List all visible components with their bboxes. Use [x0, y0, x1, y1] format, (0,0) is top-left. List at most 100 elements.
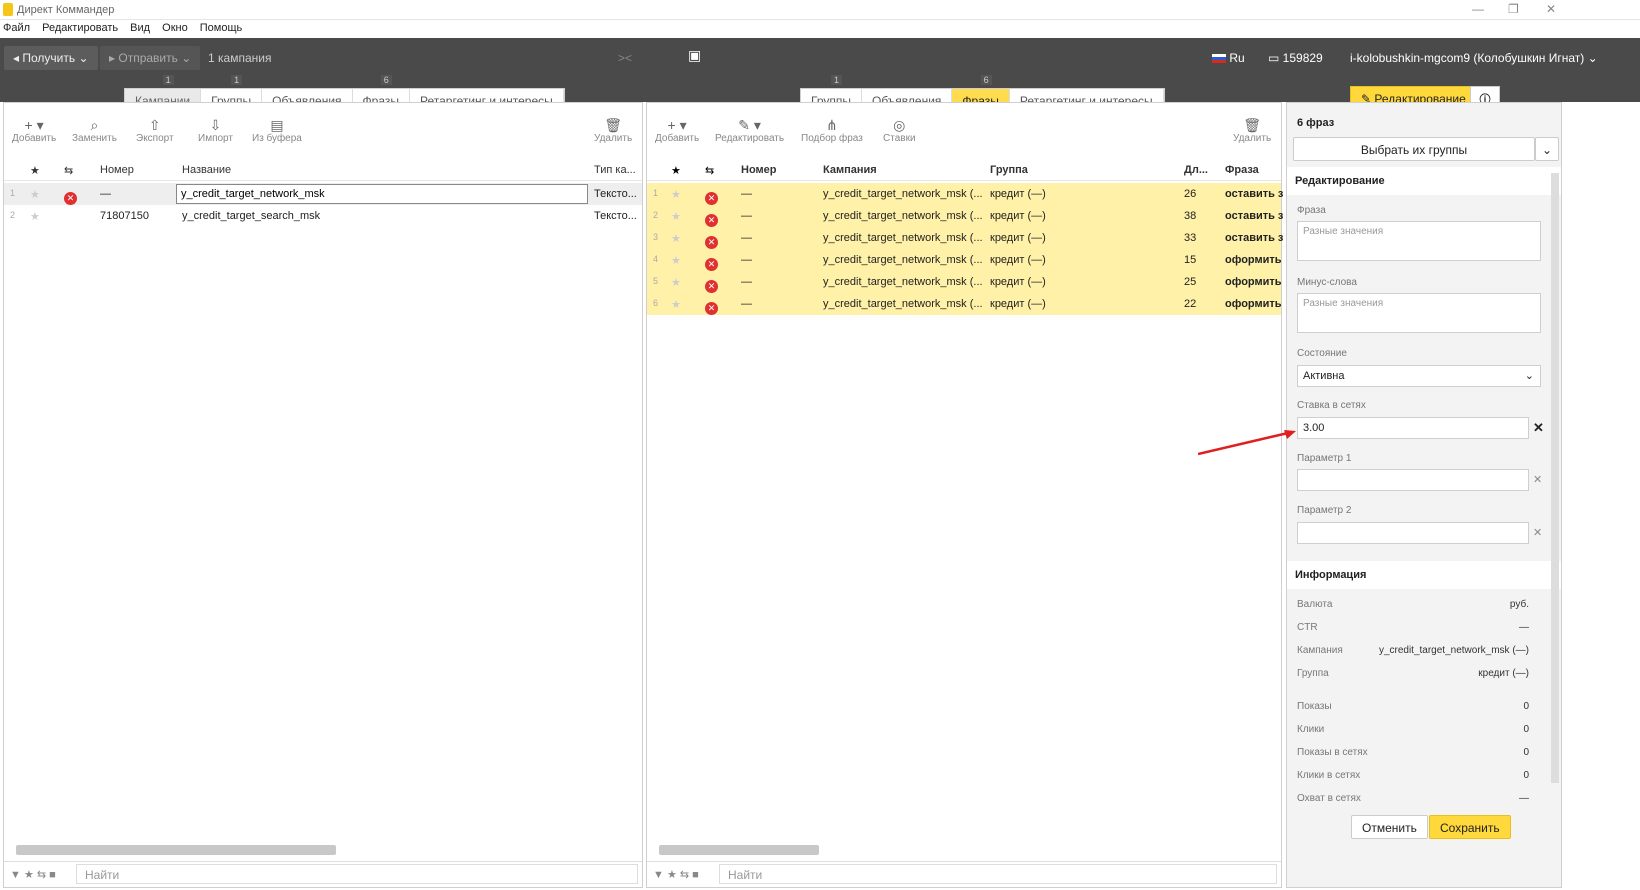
cancel-button[interactable]: Отменить	[1351, 815, 1428, 839]
delete-button[interactable]: 🗑 Удалить	[1233, 117, 1271, 144]
length-cell: 15	[1184, 254, 1197, 266]
horizontal-scrollbar[interactable]	[16, 845, 336, 855]
phrases-panel: + ▾ Добавить ✎ ▾ Редактировать ⋔ Подбор фра…	[646, 102, 1284, 888]
table-row[interactable]: 2 ★ ✕ — y_credit_target_network_msk (... кред…	[647, 205, 1284, 227]
clipboard-icon: ▤	[270, 117, 284, 133]
col-number[interactable]: Номер	[741, 164, 777, 176]
star-icon[interactable]: ★	[671, 188, 681, 201]
phrase-field[interactable]: Разные значения	[1297, 221, 1541, 261]
stat-row: Клики в сетях 0	[1297, 770, 1529, 781]
table-row[interactable]: 1 ★ ✕ — y_credit_target_network_msk Текс…	[4, 183, 642, 205]
col-group[interactable]: Группа	[990, 164, 1028, 176]
star-icon[interactable]: ★	[30, 210, 40, 223]
status-column-icon[interactable]: ⇆	[64, 164, 73, 177]
info-row: Валюта руб.	[1297, 599, 1529, 610]
replace-button[interactable]: ⌕ Заменить	[72, 117, 117, 144]
param2-input[interactable]	[1297, 522, 1529, 544]
layout-icon[interactable]: ▣	[688, 47, 701, 64]
clear-bid-icon[interactable]: ✕	[1533, 420, 1544, 436]
stat-row: Показы в сетях 0	[1297, 747, 1529, 758]
star-column-icon[interactable]: ★	[671, 164, 681, 177]
filter-icons[interactable]: ▼ ★ ⇆ ■	[653, 868, 699, 881]
pencil-icon: ✎ ▾	[738, 117, 761, 133]
search-bar: ▼ ★ ⇆ ■ Найти	[4, 861, 642, 887]
length-cell: 22	[1184, 298, 1197, 310]
star-icon[interactable]: ★	[671, 276, 681, 289]
clear-param1-icon[interactable]: ✕	[1533, 473, 1542, 486]
export-icon: ⇧	[148, 117, 161, 133]
group-cell: кредит (—)	[990, 188, 1046, 200]
filter-icons[interactable]: ▼ ★ ⇆ ■	[10, 868, 56, 881]
number-cell: —	[741, 276, 752, 288]
trash-icon: 🗑	[1243, 117, 1261, 133]
table-row[interactable]: 3 ★ ✕ — y_credit_target_network_msk (... кред…	[647, 227, 1283, 249]
menu-file[interactable]: Файл	[3, 22, 30, 34]
col-type[interactable]: Тип ка...	[594, 164, 636, 176]
close-icon[interactable]: ✕	[1546, 2, 1556, 16]
menu-view[interactable]: Вид	[130, 22, 150, 34]
col-length[interactable]: Дл...	[1184, 164, 1208, 176]
window-title: Директ Коммандер	[17, 4, 115, 16]
stat-key: Показы в сетях	[1297, 747, 1368, 758]
table-row[interactable]: 5 ★ ✕ — y_credit_target_network_msk (... кред…	[647, 271, 1282, 293]
edit-button[interactable]: ✎ ▾ Редактировать	[715, 117, 784, 144]
add-button[interactable]: + ▾ Добавить	[12, 117, 56, 144]
export-button[interactable]: ⇧ Экспорт	[136, 117, 174, 144]
search-input[interactable]: Найти	[76, 864, 638, 884]
star-column-icon[interactable]: ★	[30, 164, 40, 177]
minimize-icon[interactable]: —	[1472, 2, 1484, 16]
user-menu[interactable]: i-kolobushkin-mgcom9 (Колобушкин Игнат) …	[1350, 51, 1598, 65]
col-number[interactable]: Номер	[100, 164, 134, 176]
param1-input[interactable]	[1297, 469, 1529, 491]
menu-window[interactable]: Окно	[162, 22, 188, 34]
search-input[interactable]: Найти	[719, 864, 1277, 884]
name-cell-editor[interactable]: y_credit_target_network_msk	[176, 184, 588, 204]
network-bid-input[interactable]: 3.00	[1297, 417, 1529, 439]
menu-help[interactable]: Помощь	[200, 22, 243, 34]
col-phrase[interactable]: Фраза	[1225, 164, 1259, 176]
table-row[interactable]: 2 ★ 71807150 y_credit_target_search_msk …	[4, 205, 642, 227]
save-button[interactable]: Сохранить	[1429, 815, 1511, 839]
star-icon[interactable]: ★	[671, 298, 681, 311]
get-button[interactable]: ◂ Получить ⌄	[4, 46, 98, 70]
info-value: y_credit_target_network_msk (—)	[1378, 645, 1529, 656]
select-groups-button[interactable]: Выбрать их группы	[1293, 137, 1535, 161]
minus-words-field[interactable]: Разные значения	[1297, 293, 1541, 333]
star-icon[interactable]: ★	[30, 188, 40, 201]
import-button[interactable]: ⇩ Импорт	[198, 117, 233, 144]
star-icon[interactable]: ★	[671, 232, 681, 245]
menu-edit[interactable]: Редактировать	[42, 22, 118, 34]
chevron-down-icon[interactable]: ⌄	[1535, 137, 1559, 161]
table-row[interactable]: 1 ★ ✕ — y_credit_target_network_msk (... кред…	[647, 183, 1283, 205]
lang-selector[interactable]: Ru	[1212, 51, 1245, 65]
campaigns-count: 1 кампания	[208, 51, 272, 65]
import-icon: ⇩	[209, 117, 222, 133]
star-icon[interactable]: ★	[671, 210, 681, 223]
phrase-cell: оформить	[1225, 276, 1282, 288]
table-row[interactable]: 6 ★ ✕ — y_credit_target_network_msk (... кред…	[647, 293, 1282, 315]
phrase-cell: оставить з	[1225, 210, 1284, 222]
restore-icon[interactable]: ❐	[1508, 2, 1519, 16]
info-value: руб.	[1509, 599, 1529, 610]
stat-value: —	[1519, 793, 1529, 804]
add-button[interactable]: + ▾ Добавить	[655, 117, 699, 144]
edit-sidebar: 6 фраз Выбрать их группы ⌄ Редактировани…	[1286, 102, 1562, 888]
send-button[interactable]: ▸ Отправить ⌄	[100, 46, 201, 70]
stat-key: Клики	[1297, 724, 1325, 735]
number-cell: —	[741, 188, 752, 200]
delete-button[interactable]: 🗑 Удалить	[594, 117, 632, 144]
status-column-icon[interactable]: ⇆	[705, 164, 714, 177]
col-name[interactable]: Название	[182, 164, 231, 176]
collapse-icon[interactable]: ><	[618, 51, 632, 65]
from-clipboard-button[interactable]: ▤ Из буфера	[252, 117, 302, 144]
col-campaign[interactable]: Кампания	[823, 164, 877, 176]
horizontal-scrollbar[interactable]	[659, 845, 819, 855]
clear-param2-icon[interactable]: ✕	[1533, 526, 1542, 539]
vertical-scrollbar[interactable]	[1551, 173, 1559, 783]
table-row[interactable]: 4 ★ ✕ — y_credit_target_network_msk (... кред…	[647, 249, 1282, 271]
bids-button[interactable]: ◎ Ставки	[883, 117, 916, 144]
star-icon[interactable]: ★	[671, 254, 681, 267]
phrase-picker-button[interactable]: ⋔ Подбор фраз	[801, 117, 863, 144]
state-select[interactable]: Активна ⌄	[1297, 365, 1541, 387]
flag-ru-icon	[1212, 54, 1226, 64]
